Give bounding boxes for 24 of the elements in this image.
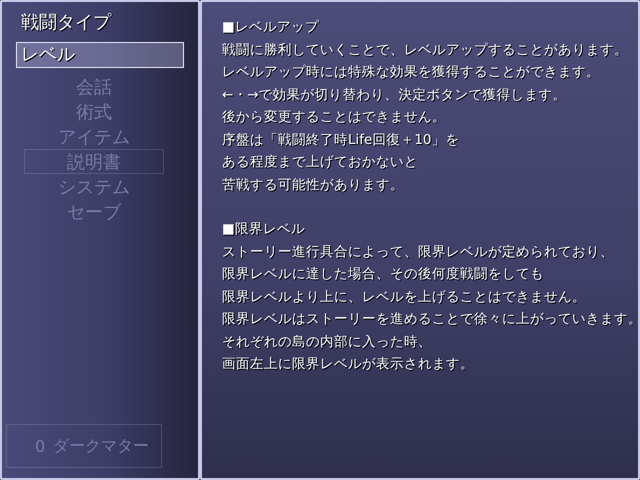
help-text-line: 限界レベルはストーリーを進めることで徐々に上がっていきます。 — [222, 310, 638, 329]
section-heading: ■限界レベル — [222, 220, 306, 239]
help-text-line: 画面左上に限界レベルが表示されます。 — [222, 355, 475, 374]
help-text-line: 後から変更することはできません。 — [222, 108, 447, 127]
help-text-line: 苦戦する可能性があります。 — [222, 176, 405, 194]
menu-item[interactable]: 術式 — [24, 99, 164, 124]
help-text-line: 戦闘に勝利していくことで、レベルアップすることがあります。 — [222, 40, 629, 60]
help-text-line: 限界レベルに達した場合、その後何度戦闘をしても — [222, 265, 545, 284]
help-text-line: ←・→で効果が切り替わり、決定ボタンで獲得します。 — [222, 86, 568, 104]
menu-item[interactable]: 説明書 — [24, 149, 164, 174]
menu-item[interactable]: セーブ — [24, 199, 164, 224]
help-text-line: レベルアップ時には特殊な効果を獲得することができます。 — [222, 63, 601, 82]
menu-item[interactable]: レベル — [16, 42, 184, 68]
menu-item[interactable]: 戦闘タイプ — [16, 10, 184, 36]
menu-item[interactable]: システム — [24, 174, 164, 199]
help-text-line: 序盤は「戦闘終了時Life回復＋10」を — [222, 130, 461, 150]
currency-name: ダークマター — [53, 436, 150, 456]
help-text-line: ストーリー進行具合によって、限界レベルが定められており、 — [222, 242, 615, 262]
menu-item[interactable]: アイテム — [24, 124, 164, 149]
menu-item[interactable]: 会話 — [24, 74, 164, 99]
help-text-line: それぞれの島の内部に入った時、 — [222, 332, 433, 352]
help-text-line: 限界レベルより上に、レベルを上げることはできません。 — [222, 288, 587, 306]
help-text-line: ある程度まで上げておかないと — [222, 153, 419, 172]
section-heading: ■レベルアップ — [222, 18, 320, 37]
